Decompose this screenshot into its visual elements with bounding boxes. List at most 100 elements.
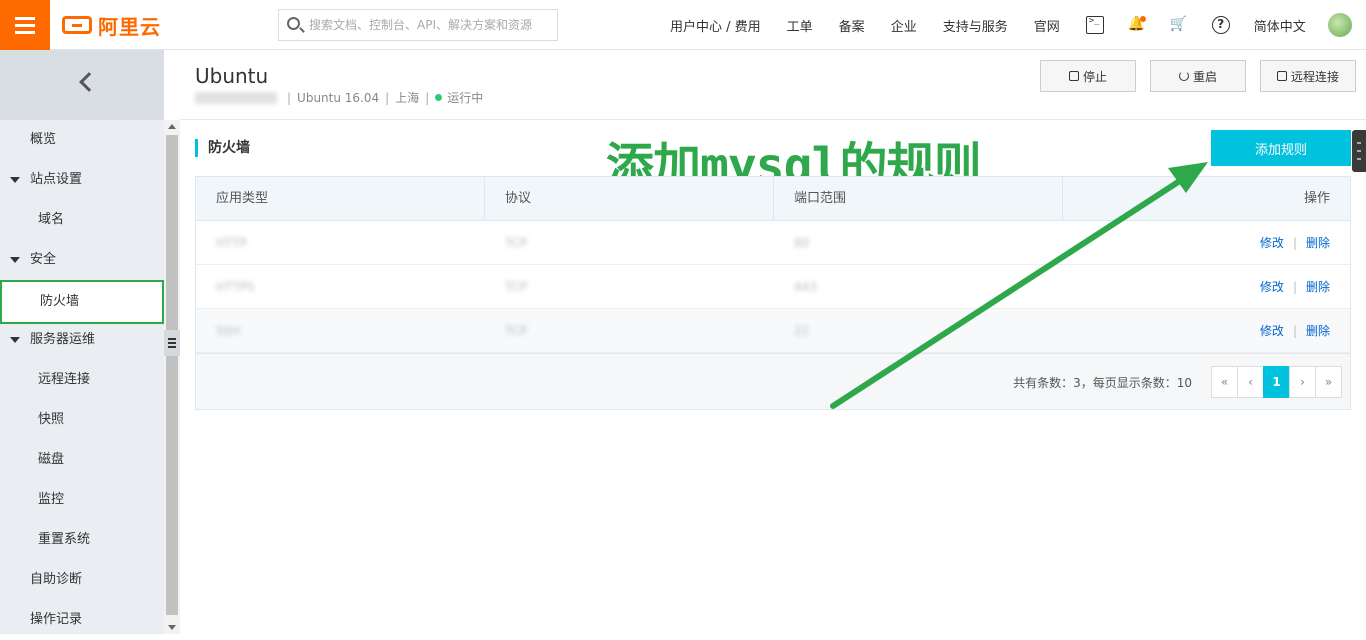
nav-icp[interactable]: 备案 [839,16,865,35]
delete-link[interactable]: 删除 [1306,309,1330,353]
sidebar-item-label: 操作记录 [30,612,83,627]
sidebar-item-snapshot[interactable]: 快照 [0,400,164,440]
help-icon[interactable]: ? [1211,16,1230,34]
caret-down-icon [10,337,20,343]
scroll-up-icon[interactable] [168,124,176,129]
prev-page-button[interactable]: ‹ [1237,366,1264,398]
sidebar-item-firewall[interactable]: 防火墙 [0,280,164,324]
nav-official-site[interactable]: 官网 [1034,16,1060,35]
nav-user-center[interactable]: 用户中心 / 费用 [670,16,761,35]
sidebar-item-operation-log[interactable]: 操作记录 [0,600,164,640]
col-protocol: 协议 [485,177,774,221]
delete-link[interactable]: 删除 [1306,221,1330,265]
sidebar-item-label: 防火墙 [40,294,80,309]
last-page-button[interactable]: » [1315,366,1342,398]
table-header: 应用类型 协议 端口范围 操作 [196,177,1350,221]
cart-icon[interactable] [1170,16,1188,34]
menu-icon[interactable] [0,0,50,50]
status-badge: 运行中 [447,91,484,105]
instance-region: 上海 [395,91,420,105]
table-row: HTTPS TCP 443 修改 | 删除 [196,265,1350,309]
status-dot [435,94,443,101]
edit-link[interactable]: 修改 [1260,265,1284,309]
stop-label: 停止 [1082,69,1107,84]
stop-button[interactable]: 停止 [1040,60,1136,92]
cell-protocol: TCP [505,280,528,294]
table-footer: 共有条数：3，每页显示条数：10 « ‹ 1 › » [196,353,1350,409]
sidebar-item-label: 安全 [30,252,57,267]
nav-enterprise[interactable]: 企业 [891,16,917,35]
search-box[interactable] [278,9,558,41]
add-rule-button[interactable]: 添加规则 [1211,130,1351,166]
cell-protocol: TCP [505,324,528,338]
cell-protocol: TCP [505,236,528,250]
nav-ticket[interactable]: 工单 [787,16,813,35]
logo-mark-icon [62,16,92,34]
sidebar-item-overview[interactable]: 概览 [0,120,164,160]
sidebar-item-disk[interactable]: 磁盘 [0,440,164,480]
edit-link[interactable]: 修改 [1260,221,1284,265]
remote-label: 远程连接 [1290,69,1339,84]
sidebar-item-label: 磁盘 [38,452,65,467]
aliyun-logo[interactable]: 阿里云 [62,12,161,39]
notification-dot [1139,16,1146,22]
sidebar-item-label: 域名 [38,212,65,227]
search-icon [287,17,300,30]
sidebar-item-label: 概览 [30,132,57,147]
bell-icon[interactable] [1128,16,1146,34]
sidebar-item-label: 服务器运维 [30,332,96,347]
row-actions: 修改 | 删除 [1260,265,1330,309]
restart-label: 重启 [1192,69,1217,84]
page-button-current[interactable]: 1 [1263,366,1290,398]
sidebar-item-domain[interactable]: 域名 [0,200,164,240]
brand-name: 阿里云 [98,14,161,39]
language-switch[interactable]: 简体中文 [1254,16,1306,35]
sidebar-item-label: 监控 [38,492,65,507]
sidebar-back[interactable] [0,50,164,120]
delete-link[interactable]: 删除 [1306,265,1330,309]
row-actions: 修改 | 删除 [1260,221,1330,265]
sidebar-item-reset-system[interactable]: 重置系统 [0,520,164,560]
sidebar-scrollbar[interactable] [164,120,180,634]
sidebar-item-label: 站点设置 [30,172,83,187]
next-page-button[interactable]: › [1289,366,1316,398]
instance-meta: | Ubuntu 16.04 | 上海 | 运行中 [195,89,483,106]
scroll-down-icon[interactable] [168,625,176,630]
terminal-icon[interactable] [1085,16,1104,34]
row-actions: 修改 | 删除 [1260,309,1330,353]
sidebar-item-label: 远程连接 [38,372,91,387]
remote-connect-button[interactable]: 远程连接 [1260,60,1356,92]
top-nav: 用户中心 / 费用 工单 备案 企业 支持与服务 官网 ? 简体中文 [670,0,1332,50]
sidebar-group-site-settings[interactable]: 站点设置 [0,160,164,200]
redacted-ip [195,91,277,104]
col-app-type: 应用类型 [196,177,485,221]
restart-button[interactable]: 重启 [1150,60,1246,92]
search-input[interactable] [309,10,549,40]
floating-side-tab[interactable] [1352,130,1366,172]
pagination: « ‹ 1 › » [1211,366,1342,398]
cell-port: 80 [794,236,810,250]
remote-icon [1276,71,1287,81]
cell-app: HTTP [216,236,247,250]
sidebar-item-self-diagnosis[interactable]: 自助诊断 [0,560,164,600]
divider [180,119,1366,120]
sidebar-item-remote-connect[interactable]: 远程连接 [0,360,164,400]
caret-down-icon [10,257,20,263]
sidebar-item-monitor[interactable]: 监控 [0,480,164,520]
top-bar: 阿里云 用户中心 / 费用 工单 备案 企业 支持与服务 官网 ? 简体中文 [0,0,1366,50]
nav-support[interactable]: 支持与服务 [943,16,1008,35]
collapse-sidebar-icon[interactable] [164,330,180,356]
stop-icon [1068,71,1079,81]
sidebar-item-label: 自助诊断 [30,572,83,587]
avatar[interactable] [1328,13,1352,37]
sidebar-group-security[interactable]: 安全 [0,240,164,280]
power-icon [1178,71,1189,81]
first-page-button[interactable]: « [1211,366,1238,398]
cell-app: HTTPS [216,280,255,294]
pagination-summary: 共有条数：3，每页显示条数：10 [1013,376,1192,390]
scroll-thumb[interactable] [166,135,178,615]
edit-link[interactable]: 修改 [1260,309,1284,353]
col-port-range: 端口范围 [774,177,1063,221]
sidebar-group-server-ops[interactable]: 服务器运维 [0,320,164,360]
page-title: Ubuntu [195,64,269,88]
